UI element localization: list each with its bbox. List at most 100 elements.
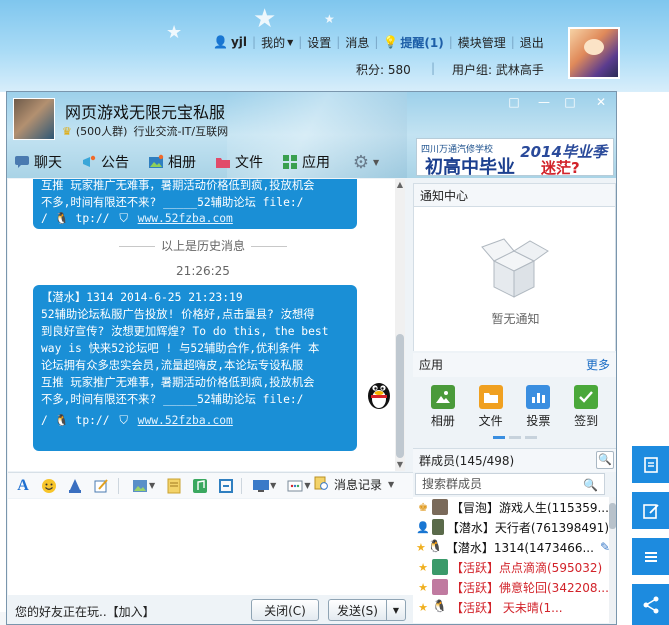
message-record-button[interactable]: 消息记录 ▼ [314,476,394,493]
star-rank-icon: ★ [418,560,428,574]
edit-icon[interactable]: ✎ [600,540,609,554]
side-share-button[interactable] [632,584,669,625]
member-search-input[interactable]: 搜索群成员 🔍 [415,473,605,495]
scrollbar-thumb[interactable] [396,334,404,458]
logout-link[interactable]: 退出 [520,34,544,51]
chevron-down-icon[interactable]: ▼ [304,481,310,490]
points-value[interactable]: 580 [388,63,411,77]
forum-url-link[interactable]: www.52fzba.com [138,414,233,427]
member-item[interactable]: ★ 【活跃】点点滴滴(595032) [413,557,609,577]
chevron-down-icon[interactable]: ▼ [270,481,276,490]
search-icon[interactable]: 🔍 [583,475,598,495]
messages-link[interactable]: 消息 [345,34,369,51]
apps-pager[interactable] [493,436,537,439]
module-manage-link[interactable]: 模块管理 [458,34,506,51]
message-time: 21:26:25 [176,264,230,278]
member-item[interactable]: ★ 【活跃】佛意轮回(342208... [413,577,609,597]
chevron-down-icon[interactable]: ▼ [149,481,155,490]
screen-share-icon[interactable] [250,476,272,496]
side-edit-button[interactable] [632,492,669,529]
chat-icon [13,153,31,171]
send-options-chevron-icon[interactable]: ▼ [386,599,406,621]
search-icon[interactable]: 🔍 [596,451,614,469]
tab-chat[interactable]: 聊天 [13,152,62,172]
chat-history[interactable]: 互推 玩家推广无难事，暑期活动价格低到疯,投放机会 不多,时间有限还不来? __… [8,179,405,471]
tab-files[interactable]: 文件 [214,152,263,172]
app-album[interactable]: 相册 [423,385,463,443]
music-icon[interactable] [189,476,211,496]
bulb-icon: 💡 [383,35,399,49]
avatar [432,579,448,595]
close-button[interactable]: 关闭(C) [251,599,319,621]
close-icon: ✕ [595,95,607,109]
settings-link[interactable]: 设置 [307,34,331,51]
scroll-down-icon[interactable]: ▼ [395,460,405,470]
member-item[interactable]: ★ 🐧 【活跃】 天未晴(1... [413,597,609,617]
my-menu-link[interactable]: 我的 [261,34,285,51]
maximize-button[interactable]: □ [560,94,580,110]
input-toolbar: A ▼ ▼ ▼ 消息记录 ▼ [8,472,414,498]
message-input[interactable] [8,499,414,595]
group-avatar[interactable] [13,98,55,140]
empty-box-icon [481,238,549,298]
minimize-icon: — [538,95,550,109]
group-category[interactable]: 行业交流-IT/互联网 [133,123,228,139]
tab-album[interactable]: 相册 [147,152,196,172]
app-files[interactable]: 文件 [471,385,511,443]
more-tools-icon[interactable] [284,476,306,496]
star-decoration-icon: ★ [166,22,183,43]
side-menu-button[interactable] [632,538,669,575]
side-note-button[interactable] [632,446,669,483]
sender-avatar-penguin-icon[interactable] [364,378,394,410]
app-checkin[interactable]: 签到 [566,385,606,443]
username-link[interactable]: yjl [231,35,247,49]
minimize-button[interactable]: — [534,94,554,110]
apps-more-link[interactable]: 更多 [586,353,610,377]
doodle-icon[interactable] [90,476,112,496]
member-name: 【活跃】佛意轮回(342208... [451,580,609,595]
user-group-label: 用户组: [452,63,493,77]
shake-icon[interactable] [64,476,86,496]
forum-user-avatar[interactable] [568,27,620,79]
settings-button[interactable]: ⚙ ▼ [352,152,379,173]
group-member-count: (500人群) [75,125,128,138]
tab-announcement-label: 公告 [101,155,129,171]
screenshot-icon[interactable] [215,476,237,496]
history-divider: 以上是历史消息 [8,237,398,254]
skin-button[interactable]: □ [504,94,524,110]
remind-link[interactable]: 提醒(1) [400,34,443,51]
ad-banner[interactable]: 四川万通汽修学校 2014毕业季 初高中毕业 迷茫? [416,138,614,178]
scrollbar-thumb[interactable] [609,503,616,529]
member-list[interactable]: ♚ 【冒泡】游戏人生(115359... 👤 【潜水】天行者(761398491… [413,497,609,623]
app-vote[interactable]: 投票 [518,385,558,443]
forum-url-link[interactable]: www.52fzba.com [138,212,233,225]
friend-playing-notice[interactable]: 您的好友正在玩..【加入】 [15,603,155,620]
tab-chat-label: 聊天 [34,155,62,171]
link-mid: tp:// [75,414,110,427]
member-item[interactable]: 👤 【潜水】天行者(761398491) [413,517,609,537]
member-item[interactable]: ♚ 【冒泡】游戏人生(115359... [413,497,609,517]
tab-announcement[interactable]: 公告 [80,152,129,172]
apps-title: 应用 [419,358,444,372]
history-label[interactable]: 以上是历史消息 [161,239,245,253]
close-window-button[interactable]: ✕ [591,94,611,110]
note-icon[interactable] [163,476,185,496]
notice-center-title: 通知中心 [413,183,616,207]
member-name: 【活跃】 天未晴(1... [451,600,563,615]
member-item[interactable]: ★ 🐧 【潜水】1314(1473466... ✎ [413,537,609,557]
window-header: 网页游戏无限元宝私服 ♛ (500人群) 行业交流-IT/互联网 □ — □ ✕… [7,92,616,178]
message-bubble[interactable]: 【潜水】1314 2014-6-25 21:23:19 52辅助论坛私服广告投放… [33,285,357,451]
scroll-up-icon[interactable]: ▲ [395,180,405,190]
image-icon[interactable] [129,476,151,496]
font-icon[interactable]: A [12,476,34,496]
star-rank-icon: ★ [416,540,426,554]
emoji-icon[interactable] [38,476,60,496]
member-list-scrollbar[interactable] [609,497,616,623]
chat-scrollbar[interactable]: ▲ ▼ [395,179,405,471]
group-name[interactable]: 网页游戏无限元宝私服 [65,99,225,123]
user-group-value[interactable]: 武林高手 [496,63,544,77]
send-button[interactable]: 发送(S) [328,599,386,621]
tab-apps[interactable]: 应用 [281,152,330,172]
message-line: 到良好宣传? 汝想更加辉煌? To do this, the best [41,325,329,338]
chevron-down-icon: ▼ [287,37,294,47]
